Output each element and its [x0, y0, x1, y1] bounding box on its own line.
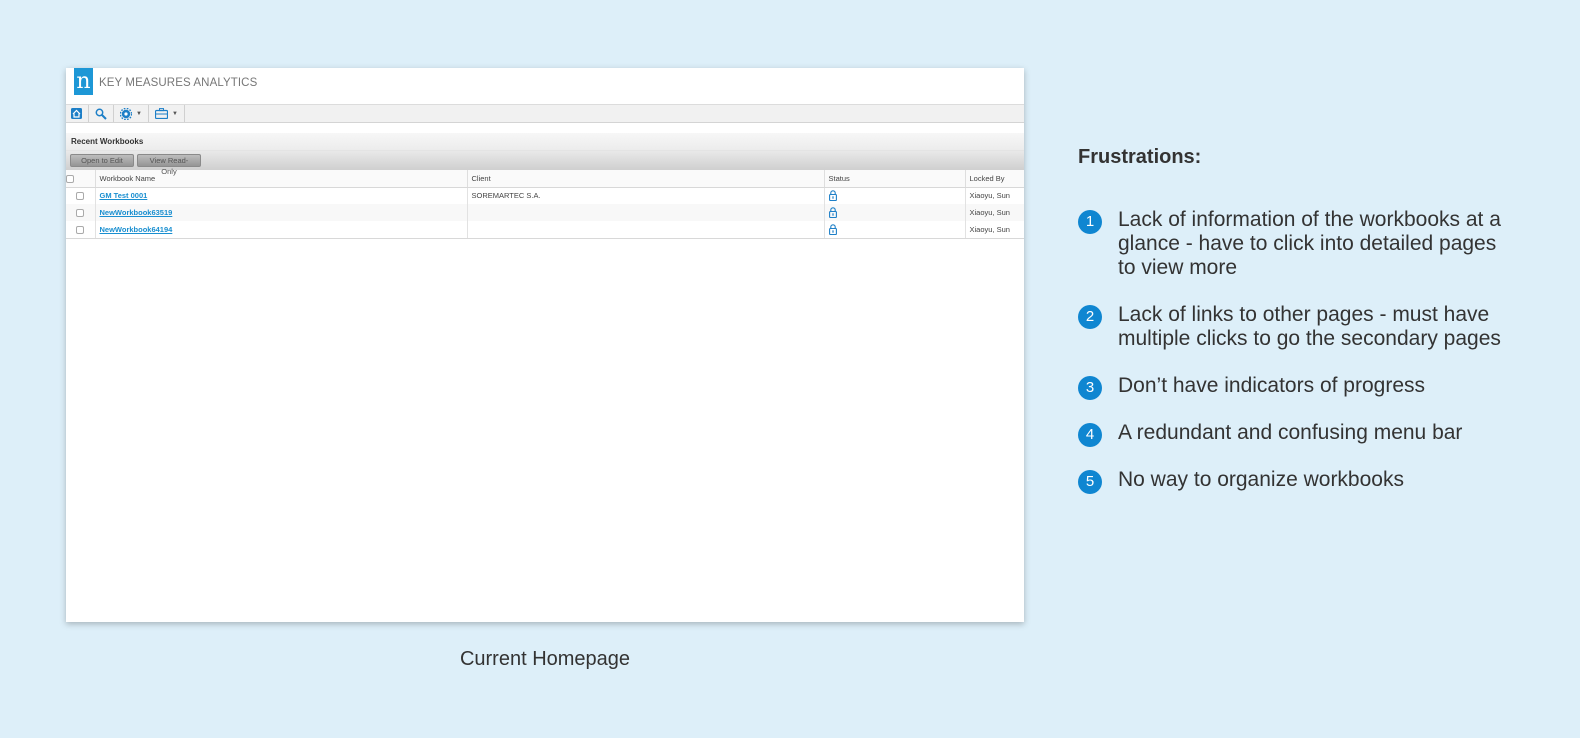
workbook-name-cell: GM Test 0001	[95, 187, 468, 204]
brand-bar: n KEY MEASURES ANALYTICS	[66, 68, 1024, 105]
gear-icon	[120, 107, 132, 120]
client-cell: SOREMARTEC S.A.	[467, 187, 825, 204]
status-cell	[824, 204, 966, 221]
select-all-checkbox[interactable]	[66, 174, 74, 183]
frustrations-title: Frustrations:	[1078, 146, 1202, 168]
menu-bar: ▼ ▼	[66, 105, 1024, 123]
status-cell	[824, 221, 966, 239]
row-select-cell	[66, 221, 96, 239]
row-select-cell	[66, 204, 96, 221]
frustrations-list: 1 Lack of information of the workbooks a…	[1078, 208, 1518, 515]
lock-icon	[828, 190, 837, 202]
workbooks-table: Workbook Name Client Status Locked By GM…	[66, 170, 1024, 239]
screenshot-caption: Current Homepage	[459, 648, 631, 670]
locked-by-cell: Xiaoyu, Sun	[969, 191, 1010, 201]
list-item: 1 Lack of information of the workbooks a…	[1078, 208, 1518, 280]
workbook-link[interactable]: GM Test 0001	[100, 191, 148, 200]
frustration-text: Lack of information of the workbooks at …	[1118, 208, 1501, 279]
column-header-workbook-name[interactable]: Workbook Name	[95, 170, 468, 188]
frustration-text: A redundant and confusing menu bar	[1118, 421, 1463, 444]
client-cell	[467, 204, 825, 221]
app-title: KEY MEASURES ANALYTICS	[99, 77, 258, 89]
workbooks-menu-button[interactable]: ▼	[149, 105, 185, 122]
locked-by-cell: Xiaoyu, Sun	[965, 221, 1024, 239]
frustration-text: Lack of links to other pages - must have…	[1118, 303, 1501, 350]
list-item: 4 A redundant and confusing menu bar	[1078, 421, 1518, 447]
table-row: NewWorkbook63519 Xiaoyu, Sun	[66, 204, 1024, 221]
list-item: 3 Don’t have indicators of progress	[1078, 374, 1518, 400]
table-header-row: Workbook Name Client Status Locked By	[66, 170, 1024, 188]
chevron-down-icon: ▼	[136, 110, 142, 117]
number-badge: 4	[1078, 423, 1102, 447]
row-checkbox[interactable]	[76, 192, 85, 201]
number-badge: 1	[1078, 210, 1102, 234]
status-cell	[824, 187, 966, 204]
table-row: GM Test 0001 SOREMARTEC S.A. Xiaoyu, Sun	[66, 187, 1024, 204]
row-checkbox[interactable]	[76, 225, 85, 234]
chevron-down-icon: ▼	[171, 110, 178, 117]
client-cell	[467, 221, 825, 239]
number-badge: 5	[1078, 470, 1102, 494]
table-row: NewWorkbook64194 Xiaoyu, Sun	[66, 221, 1024, 239]
app-screenshot: n KEY MEASURES ANALYTICS ▼ ▼ Recent Work…	[66, 68, 1024, 622]
view-read-only-button[interactable]: View Read-Only	[137, 154, 201, 176]
frustration-text: Don’t have indicators of progress	[1118, 374, 1425, 397]
row-select-cell	[66, 187, 96, 204]
workbook-name-cell: NewWorkbook64194	[95, 221, 468, 239]
number-badge: 2	[1078, 305, 1102, 329]
column-header-status[interactable]: Status	[824, 170, 966, 188]
locked-by-cell: Xiaoyu, Sun	[965, 204, 1024, 221]
home-button[interactable]	[66, 105, 89, 122]
column-header-client[interactable]: Client	[467, 170, 825, 188]
lock-icon	[828, 207, 837, 219]
lock-icon	[828, 224, 837, 235]
briefcase-icon	[154, 108, 168, 119]
workbook-link[interactable]: NewWorkbook64194	[100, 225, 173, 234]
number-badge: 3	[1078, 376, 1102, 400]
list-item: 5 No way to organize workbooks	[1078, 468, 1518, 494]
row-checkbox[interactable]	[76, 209, 85, 217]
search-icon	[95, 108, 107, 120]
column-header-locked-by[interactable]: Locked By	[965, 170, 1024, 188]
settings-menu-button[interactable]: ▼	[114, 105, 149, 122]
action-bar: Open to Edit View Read-Only	[66, 151, 1024, 176]
open-to-edit-button[interactable]: Open to Edit	[70, 154, 134, 167]
select-all-header	[66, 170, 96, 188]
list-item: 2 Lack of links to other pages - must ha…	[1078, 303, 1518, 351]
logo: n	[74, 68, 93, 95]
recent-workbooks-heading: Recent Workbooks	[66, 133, 1024, 151]
search-button[interactable]	[89, 105, 114, 122]
workbook-link[interactable]: NewWorkbook63519	[100, 208, 173, 217]
frustration-text: No way to organize workbooks	[1118, 468, 1404, 491]
home-icon	[71, 108, 82, 119]
workbook-name-cell: NewWorkbook63519	[95, 204, 468, 221]
